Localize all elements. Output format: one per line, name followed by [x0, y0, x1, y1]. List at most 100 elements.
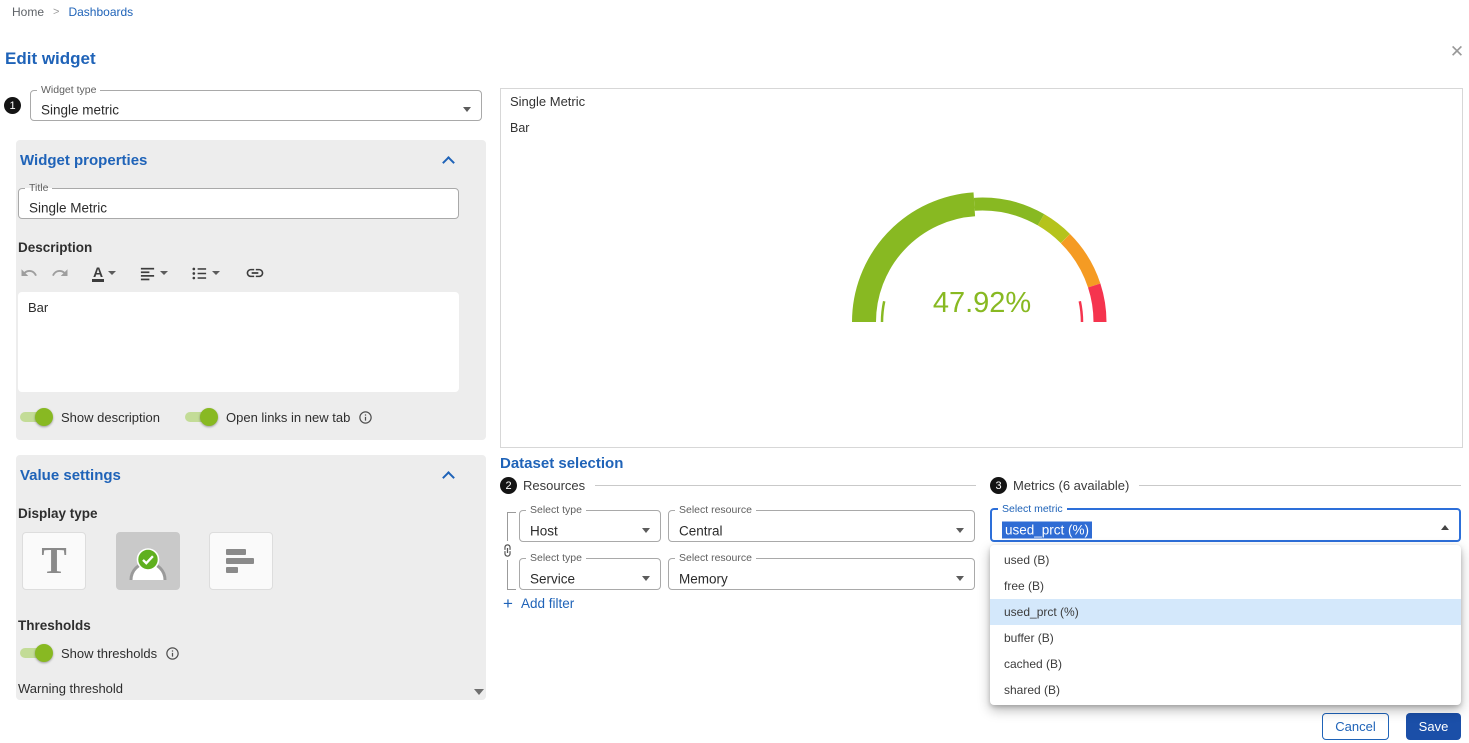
redo-button[interactable]	[51, 264, 69, 282]
edit-widget-screen: Home > Dashboards Edit widget ✕ 1 Widget…	[0, 0, 1469, 743]
select-type-field[interactable]: Select type Service	[519, 553, 661, 590]
align-button[interactable]	[139, 265, 168, 282]
step-3-badge: 3	[990, 477, 1007, 494]
undo-button[interactable]	[20, 264, 38, 282]
chevron-down-icon	[642, 576, 650, 581]
select-type-label: Select type	[526, 553, 586, 563]
info-icon[interactable]	[358, 410, 373, 425]
preview-title: Single Metric	[510, 94, 585, 109]
select-metric-value: used_prct (%)	[1002, 521, 1092, 538]
select-type-value: Service	[530, 571, 575, 586]
metric-dropdown: used (B) free (B) used_prct (%) buffer (…	[990, 545, 1461, 705]
select-resource-value: Central	[679, 523, 723, 538]
select-type-value: Host	[530, 523, 558, 538]
widget-properties-heading: Widget properties	[20, 152, 147, 169]
selected-check-icon	[136, 548, 160, 575]
chevron-down-icon	[642, 528, 650, 533]
breadcrumb-home-link[interactable]: Home	[12, 5, 44, 19]
title-field-value: Single Metric	[29, 201, 107, 216]
select-resource-label: Select resource	[675, 553, 756, 563]
add-filter-button[interactable]: + Add filter	[503, 596, 574, 611]
warning-threshold-label: Warning threshold	[18, 681, 123, 696]
show-description-toggle[interactable]	[18, 408, 53, 426]
metric-option[interactable]: shared (B)	[990, 677, 1461, 703]
close-icon[interactable]: ✕	[1448, 42, 1466, 62]
text-color-icon: A	[92, 265, 104, 282]
metric-option-selected[interactable]: used_prct (%)	[990, 599, 1461, 625]
resources-label: Resources	[523, 478, 589, 493]
bar-chart-icon	[226, 549, 256, 573]
widget-type-select[interactable]: Widget type Single metric	[30, 85, 482, 121]
breadcrumb: Home > Dashboards	[12, 5, 133, 19]
chevron-down-icon	[463, 107, 471, 112]
info-icon[interactable]	[165, 646, 180, 661]
link-icon	[245, 263, 265, 283]
select-metric-label: Select metric	[998, 504, 1067, 514]
add-filter-label: Add filter	[521, 596, 574, 611]
redo-icon	[51, 264, 69, 282]
step-1-badge: 1	[4, 97, 21, 114]
description-toggles-row: Show description Open links in new tab	[18, 408, 373, 426]
select-resource-value: Memory	[679, 571, 728, 586]
metrics-label: Metrics (6 available)	[1013, 478, 1133, 493]
show-thresholds-toggle[interactable]	[18, 644, 53, 662]
divider	[595, 485, 976, 486]
title-field-label: Title	[25, 183, 52, 193]
undo-icon	[20, 264, 38, 282]
chevron-down-icon	[160, 271, 168, 275]
list-bulleted-icon	[191, 265, 208, 282]
plus-icon: +	[503, 596, 513, 611]
thresholds-label: Thresholds	[18, 618, 91, 633]
text-display-icon: T	[41, 542, 66, 580]
align-left-icon	[139, 265, 156, 282]
link-button[interactable]	[245, 263, 265, 283]
display-type-bar-button[interactable]	[209, 532, 273, 590]
gauge-value: 47.92%	[933, 287, 1031, 319]
breadcrumb-dashboards-link[interactable]: Dashboards	[68, 5, 133, 19]
resources-group-header: 2 Resources	[500, 477, 976, 494]
save-button[interactable]: Save	[1406, 713, 1461, 740]
list-button[interactable]	[191, 265, 220, 282]
text-color-button[interactable]: A	[92, 265, 116, 282]
preview-description: Bar	[510, 121, 529, 135]
metric-option[interactable]: cached (B)	[990, 651, 1461, 677]
display-type-label: Display type	[18, 506, 98, 521]
description-text: Bar	[28, 300, 48, 315]
metrics-group-header: 3 Metrics (6 available)	[990, 477, 1461, 494]
select-resource-label: Select resource	[675, 505, 756, 515]
dataset-selection-heading: Dataset selection	[500, 455, 623, 472]
scroll-down-icon[interactable]	[474, 689, 484, 695]
select-type-field[interactable]: Select type Host	[519, 505, 661, 542]
description-toolbar: A	[20, 263, 265, 283]
metric-option[interactable]: free (B)	[990, 573, 1461, 599]
open-links-toggle[interactable]	[183, 408, 218, 426]
show-description-label: Show description	[61, 410, 160, 425]
widget-type-label: Widget type	[37, 85, 100, 95]
cancel-button[interactable]: Cancel	[1322, 713, 1389, 740]
description-label: Description	[18, 240, 92, 255]
select-metric-field[interactable]: Select metric used_prct (%)	[990, 504, 1461, 542]
step-2-badge: 2	[500, 477, 517, 494]
metric-option[interactable]: buffer (B)	[990, 625, 1461, 651]
metric-option[interactable]: used (B)	[990, 547, 1461, 573]
select-resource-field[interactable]: Select resource Memory	[668, 553, 975, 590]
open-links-label: Open links in new tab	[226, 410, 350, 425]
value-settings-heading: Value settings	[20, 467, 121, 484]
chevron-down-icon	[956, 576, 964, 581]
thresholds-toggle-row: Show thresholds	[18, 644, 180, 662]
widget-type-value: Single metric	[41, 103, 119, 118]
divider	[1139, 485, 1461, 486]
chevron-down-icon	[108, 271, 116, 275]
chevron-up-icon	[1441, 525, 1449, 530]
description-editor[interactable]: Bar	[18, 292, 459, 392]
chevron-down-icon	[212, 271, 220, 275]
display-type-text-button[interactable]: T	[22, 532, 86, 590]
link-chain-icon	[499, 541, 516, 560]
title-field[interactable]: Title Single Metric	[18, 183, 459, 219]
select-type-label: Select type	[526, 505, 586, 515]
show-thresholds-label: Show thresholds	[61, 646, 157, 661]
page-title: Edit widget	[5, 49, 96, 69]
gauge-chart: 47.92%	[832, 172, 1132, 337]
display-type-gauge-button[interactable]	[116, 532, 180, 590]
select-resource-field[interactable]: Select resource Central	[668, 505, 975, 542]
